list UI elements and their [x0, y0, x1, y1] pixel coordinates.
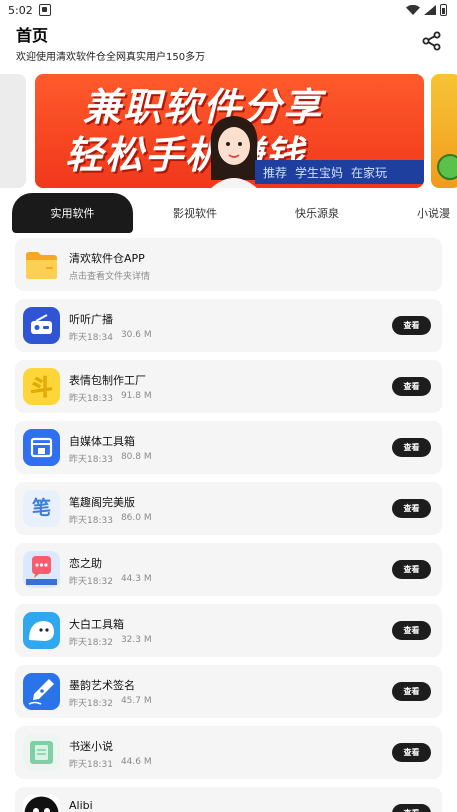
- app-name: 墨韵艺术签名: [69, 679, 135, 692]
- status-bar: 5:02: [0, 0, 457, 20]
- svg-text:笔: 笔: [32, 496, 51, 519]
- view-button[interactable]: 查看: [392, 377, 431, 396]
- view-button[interactable]: 查看: [392, 438, 431, 457]
- app-size: 86.0 M: [120, 513, 152, 523]
- list-item[interactable]: 自媒体工具箱 昨天18:33 80.8 M 查看: [15, 421, 442, 474]
- view-button[interactable]: 查看: [392, 499, 431, 518]
- view-button[interactable]: 查看: [392, 560, 431, 579]
- view-button[interactable]: 查看: [392, 804, 431, 812]
- list-item[interactable]: 大白工具箱 昨天18:32 32.3 M 查看: [15, 604, 442, 657]
- app-meta: 昨天18:33 86.0 M: [69, 513, 152, 526]
- app-name: 自媒体工具箱: [69, 435, 135, 448]
- tab-video-software[interactable]: 影视软件: [150, 193, 240, 233]
- banner-slide[interactable]: 兼职软件分享 轻松手机赚钱 推荐 学生宝妈 在家玩: [35, 74, 424, 188]
- dabai-icon: [23, 612, 60, 649]
- tab-practical-software[interactable]: 实用软件: [12, 193, 133, 233]
- banner-next-slide[interactable]: [431, 74, 457, 188]
- signal-icon: [424, 5, 436, 15]
- app-date: 昨天18:32: [69, 638, 113, 648]
- coin-icon: [437, 154, 457, 180]
- app-name: 听听广播: [69, 313, 113, 326]
- app-meta: 昨天18:31 44.6 M: [69, 757, 152, 770]
- app-name: 书迷小说: [69, 740, 113, 753]
- alibi-icon: [23, 795, 60, 812]
- app-date: 昨天18:33: [69, 516, 113, 526]
- app-size: 44.6 M: [120, 757, 152, 767]
- banner-carousel[interactable]: 兼职软件分享 轻松手机赚钱 推荐 学生宝妈 在家玩: [0, 74, 457, 190]
- pen-signature-icon: [23, 673, 60, 710]
- banner-tagline: 推荐 学生宝妈 在家玩: [255, 160, 424, 184]
- featured-title: 清欢软件仓APP: [69, 252, 145, 265]
- app-size: 80.8 M: [120, 452, 152, 462]
- app-size: 45.7 M: [120, 696, 152, 706]
- novel-reader-icon: 笔: [23, 490, 60, 527]
- app-date: 昨天18:31: [69, 760, 113, 770]
- banner-tag-item: 学生宝妈: [295, 165, 344, 180]
- list-item[interactable]: 书迷小说 昨天18:31 44.6 M 查看: [15, 726, 442, 779]
- view-button[interactable]: 查看: [392, 743, 431, 762]
- app-meta: 昨天18:32 32.3 M: [69, 635, 152, 648]
- list-item[interactable]: Alibi 查看: [15, 787, 442, 812]
- page-header: 首页 欢迎使用清欢软件仓全网真实用户150多万: [0, 20, 457, 72]
- folder-icon: [23, 246, 60, 283]
- banner-tag-item: 推荐: [263, 165, 288, 180]
- view-button[interactable]: 查看: [392, 621, 431, 640]
- app-name: Alibi: [69, 799, 93, 812]
- wifi-icon: [406, 5, 420, 15]
- view-button[interactable]: 查看: [392, 682, 431, 701]
- battery-icon: [440, 4, 447, 16]
- app-meta: 昨天18:33 80.8 M: [69, 452, 152, 465]
- tab-fun-sources[interactable]: 快乐源泉: [272, 193, 362, 233]
- page-title: 首页: [16, 26, 49, 45]
- app-size: 91.8 M: [120, 391, 152, 401]
- app-meta: 昨天18:32 44.3 M: [69, 574, 152, 587]
- media-toolbox-icon: [23, 429, 60, 466]
- category-tabs: 实用软件 影视软件 快乐源泉 小说漫: [0, 193, 457, 233]
- share-icon[interactable]: [421, 30, 443, 52]
- page-subtitle: 欢迎使用清欢软件仓全网真实用户150多万: [16, 52, 206, 63]
- app-size: 30.6 M: [120, 330, 152, 340]
- app-name: 恋之助: [69, 557, 102, 570]
- view-button[interactable]: 查看: [392, 316, 431, 335]
- banner-tag-item: 在家玩: [351, 165, 388, 180]
- tab-novel-comics[interactable]: 小说漫: [404, 193, 457, 233]
- list-item[interactable]: 恋之助 昨天18:32 44.3 M 查看: [15, 543, 442, 596]
- list-item[interactable]: 墨韵艺术签名 昨天18:32 45.7 M 查看: [15, 665, 442, 718]
- app-date: 昨天18:33: [69, 394, 113, 404]
- list-item[interactable]: 笔 笔趣阁完美版 昨天18:33 86.0 M 查看: [15, 482, 442, 535]
- featured-subtitle: 点击查看文件夹详情: [69, 272, 151, 282]
- app-date: 昨天18:32: [69, 577, 113, 587]
- banner-prev-slide[interactable]: [0, 74, 26, 188]
- love-chat-icon: [23, 551, 60, 588]
- radio-icon: [23, 307, 60, 344]
- book-icon: [23, 734, 60, 771]
- featured-meta: 点击查看文件夹详情: [69, 269, 150, 282]
- app-meta: 昨天18:33 91.8 M: [69, 391, 152, 404]
- list-item[interactable]: 听听广播 昨天18:34 30.6 M 查看: [15, 299, 442, 352]
- app-date: 昨天18:33: [69, 455, 113, 465]
- app-name: 表情包制作工厂: [69, 374, 146, 387]
- app-list: 清欢软件仓APP 点击查看文件夹详情 听听广播 昨天18:34 30.6 M 查看…: [15, 238, 442, 812]
- featured-folder-card[interactable]: 清欢软件仓APP 点击查看文件夹详情: [15, 238, 442, 291]
- status-time: 5:02: [8, 3, 33, 17]
- app-date: 昨天18:32: [69, 699, 113, 709]
- app-size: 32.3 M: [120, 635, 152, 645]
- app-date: 昨天18:34: [69, 333, 113, 343]
- app-size: 44.3 M: [120, 574, 152, 584]
- emoji-factory-icon: 斗: [23, 368, 60, 405]
- app-name: 笔趣阁完美版: [69, 496, 135, 509]
- app-notification-icon: [38, 4, 51, 16]
- app-name: 大白工具箱: [69, 618, 124, 631]
- app-meta: 昨天18:32 45.7 M: [69, 696, 152, 709]
- svg-text:斗: 斗: [30, 376, 52, 401]
- list-item[interactable]: 斗 表情包制作工厂 昨天18:33 91.8 M 查看: [15, 360, 442, 413]
- app-meta: 昨天18:34 30.6 M: [69, 330, 152, 343]
